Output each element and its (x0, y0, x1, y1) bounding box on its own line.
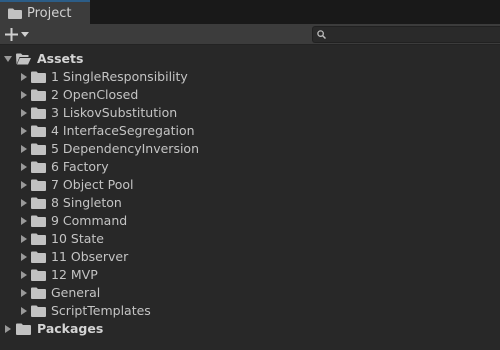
folder-label: ScriptTemplates (51, 303, 151, 318)
search-field[interactable] (312, 26, 500, 43)
folder-label: 9 Command (51, 213, 128, 228)
tree-item-folder[interactable]: 9 Command (0, 212, 500, 230)
folder-icon (31, 215, 46, 227)
folder-icon (31, 125, 46, 137)
magnifier-icon (317, 30, 326, 39)
folder-icon (31, 251, 46, 263)
tree-item-folder[interactable]: 11 Observer (0, 248, 500, 266)
tab-project[interactable]: Project (0, 0, 90, 24)
folder-label: Packages (37, 321, 104, 336)
toolbar (0, 24, 500, 45)
folder-icon (31, 233, 46, 245)
tree-item-packages[interactable]: Packages (0, 320, 500, 338)
expand-arrow-right-icon[interactable] (19, 72, 29, 82)
folder-label: 1 SingleResponsibility (51, 69, 188, 84)
create-button[interactable] (3, 26, 35, 43)
tree-item-folder[interactable]: 4 InterfaceSegregation (0, 122, 500, 140)
folder-label: 8 Singleton (51, 195, 122, 210)
tree-item-folder[interactable]: 5 DependencyInversion (0, 140, 500, 158)
folder-label: General (51, 285, 101, 300)
expand-arrow-right-icon[interactable] (19, 90, 29, 100)
expand-arrow-right-icon[interactable] (19, 216, 29, 226)
tree-item-folder[interactable]: General (0, 284, 500, 302)
folder-icon (16, 323, 31, 335)
folder-icon (31, 71, 46, 83)
search-input[interactable] (326, 27, 500, 42)
expand-arrow-right-icon[interactable] (19, 108, 29, 118)
folder-label: 3 LiskovSubstitution (51, 105, 178, 120)
folder-label: 5 DependencyInversion (51, 141, 199, 156)
expand-arrow-right-icon[interactable] (19, 306, 29, 316)
expand-arrow-right-icon[interactable] (19, 234, 29, 244)
folder-icon (31, 89, 46, 101)
expand-arrow-down-icon[interactable] (3, 54, 13, 64)
folder-icon (31, 161, 46, 173)
folder-icon (31, 305, 46, 317)
folder-icon (31, 107, 46, 119)
tree-item-folder[interactable]: 7 Object Pool (0, 176, 500, 194)
folder-label: 2 OpenClosed (51, 87, 139, 102)
expand-arrow-right-icon[interactable] (19, 288, 29, 298)
folder-open-icon (16, 53, 31, 65)
folder-icon (31, 287, 46, 299)
tree-item-folder[interactable]: 6 Factory (0, 158, 500, 176)
folder-label: 6 Factory (51, 159, 109, 174)
folder-label: Assets (37, 51, 84, 66)
expand-arrow-right-icon[interactable] (19, 180, 29, 190)
expand-arrow-right-icon[interactable] (19, 270, 29, 280)
tab-title: Project (27, 5, 72, 21)
folder-label: 7 Object Pool (51, 177, 134, 192)
folder-icon (8, 8, 22, 19)
tree-item-folder[interactable]: 2 OpenClosed (0, 86, 500, 104)
tree-item-folder[interactable]: 3 LiskovSubstitution (0, 104, 500, 122)
triangle-down-icon (21, 31, 29, 37)
project-window: Project Assets 1 SingleResponsibility 2 Op… (0, 0, 500, 350)
folder-label: 4 InterfaceSegregation (51, 123, 195, 138)
folder-icon (31, 143, 46, 155)
tab-strip: Project (0, 0, 500, 24)
plus-icon (5, 28, 18, 41)
expand-arrow-right-icon[interactable] (19, 144, 29, 154)
tree-item-assets[interactable]: Assets (0, 50, 500, 68)
expand-arrow-right-icon[interactable] (19, 252, 29, 262)
tree-item-folder[interactable]: 1 SingleResponsibility (0, 68, 500, 86)
folder-icon (31, 179, 46, 191)
expand-arrow-right-icon[interactable] (19, 126, 29, 136)
project-tree: Assets 1 SingleResponsibility 2 OpenClosed… (0, 50, 500, 338)
tree-item-folder[interactable]: ScriptTemplates (0, 302, 500, 320)
folder-label: 11 Observer (51, 249, 129, 264)
expand-arrow-right-icon[interactable] (19, 198, 29, 208)
expand-arrow-right-icon[interactable] (19, 162, 29, 172)
expand-arrow-right-icon[interactable] (3, 324, 13, 334)
folder-label: 10 State (51, 231, 104, 246)
tree-item-folder[interactable]: 12 MVP (0, 266, 500, 284)
tree-item-folder[interactable]: 10 State (0, 230, 500, 248)
folder-label: 12 MVP (51, 267, 98, 282)
folder-icon (31, 269, 46, 281)
folder-icon (31, 197, 46, 209)
tree-item-folder[interactable]: 8 Singleton (0, 194, 500, 212)
